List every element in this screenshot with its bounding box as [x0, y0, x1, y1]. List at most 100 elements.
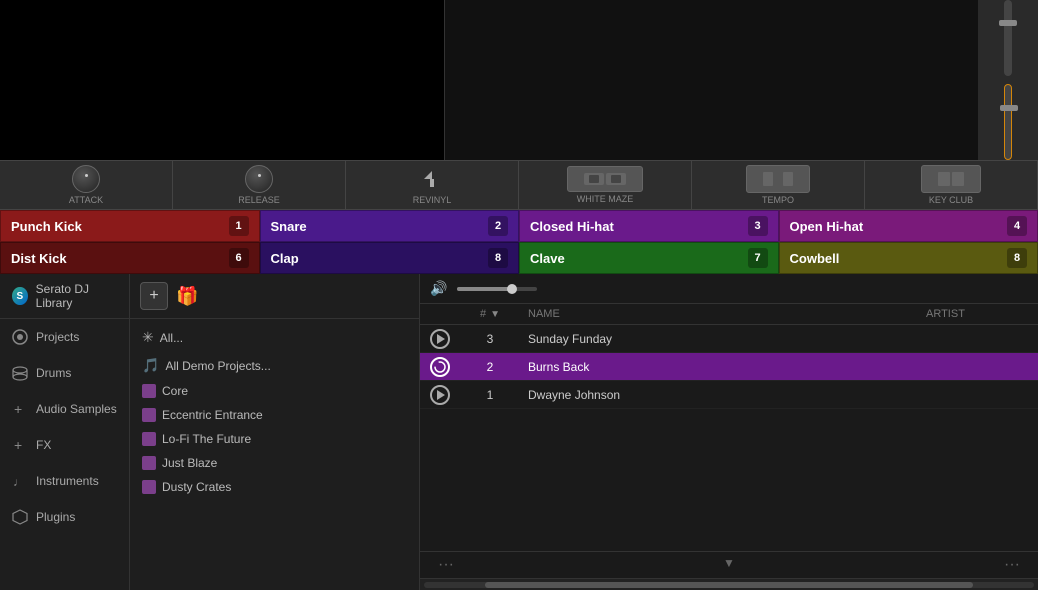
play-circle-3[interactable] — [430, 385, 450, 405]
col-header-artist[interactable]: ARTIST — [918, 308, 1038, 320]
track-row-1[interactable]: 3 Sunday Funday — [420, 325, 1038, 353]
pad-clave[interactable]: Clave 7 — [519, 242, 779, 274]
browser-item-all[interactable]: ✳ All... — [130, 323, 419, 352]
file-browser: + 🎁 ✳ All... 🎵 All Demo Projects... Core… — [130, 274, 420, 590]
scroll-track — [424, 582, 1034, 588]
key-club-btn[interactable] — [921, 165, 981, 193]
scroll-thumb[interactable] — [485, 582, 973, 588]
track-num-2: 2 — [460, 360, 520, 374]
volume-slider-thumb[interactable] — [507, 284, 517, 294]
play-triangle-1 — [437, 334, 445, 344]
dots-right-icon[interactable]: ··· — [996, 556, 1028, 574]
dusty-crates-label: Dusty Crates — [162, 480, 231, 494]
play-triangle-3 — [437, 390, 445, 400]
track-row-2[interactable]: 2 Burns Back — [420, 353, 1038, 381]
dusty-crates-crate-icon — [142, 480, 156, 494]
pad-clap[interactable]: Clap 8 — [260, 242, 520, 274]
eccentric-crate-icon — [142, 408, 156, 422]
control-key-club[interactable]: Key Club — [865, 161, 1038, 209]
track-num-1: 3 — [460, 332, 520, 346]
gift-icon: 🎁 — [176, 286, 198, 307]
control-release[interactable]: Release — [173, 161, 346, 209]
browser-item-lofi[interactable]: Lo-Fi The Future — [130, 427, 419, 451]
chevron-down-icon[interactable]: ▼ — [723, 556, 735, 574]
pad-snare[interactable]: Snare 2 — [260, 210, 520, 242]
dots-left-icon[interactable]: ··· — [430, 556, 462, 574]
browser-item-eccentric[interactable]: Eccentric Entrance — [130, 403, 419, 427]
sidebar-plugins-label: Plugins — [36, 510, 75, 524]
pad-cowbell[interactable]: Cowbell 8 — [779, 242, 1038, 274]
browser-item-just-blaze[interactable]: Just Blaze — [130, 451, 419, 475]
pad-punch-kick[interactable]: Punch Kick 1 — [0, 210, 260, 242]
sidebar-item-projects[interactable]: Projects — [0, 319, 129, 355]
volume-fill — [457, 287, 512, 291]
sort-arrow-icon[interactable]: ▼ — [490, 309, 500, 320]
core-label: Core — [162, 384, 188, 398]
revinyl-icon — [421, 168, 443, 190]
video-right — [445, 0, 978, 160]
fx-icon: + — [12, 437, 28, 453]
sidebar-item-instruments[interactable]: ♩ Instruments — [0, 463, 129, 499]
volume-icon[interactable]: 🔊 — [430, 280, 447, 297]
demo-projects-label: All Demo Projects... — [165, 359, 270, 373]
add-crate-button[interactable]: + — [140, 282, 168, 310]
fader-thumb-right[interactable] — [1000, 105, 1018, 111]
serato-logo-icon: S — [12, 287, 28, 305]
control-white-maze[interactable]: White Maze — [519, 161, 692, 209]
play-circle-2[interactable] — [430, 357, 450, 377]
track-list-spacer — [420, 409, 1038, 551]
sidebar-item-serato[interactable]: S Serato DJ Library — [0, 274, 129, 319]
browser-item-core[interactable]: Core — [130, 379, 419, 403]
pad-label-6: Clap — [271, 251, 299, 266]
white-maze-btn[interactable] — [567, 166, 643, 192]
pad-number-6: 8 — [488, 248, 508, 268]
browser-item-demo-projects[interactable]: 🎵 All Demo Projects... — [130, 352, 419, 379]
pad-closed-hihat[interactable]: Closed Hi-hat 3 — [519, 210, 779, 242]
track-list: 🔊 # ▼ NAME ARTIST 3 Sunday Fund — [420, 274, 1038, 590]
track-play-btn-3[interactable] — [420, 385, 460, 405]
just-blaze-label: Just Blaze — [162, 456, 217, 470]
control-revinyl[interactable]: Revinyl — [346, 161, 519, 209]
file-browser-items: ✳ All... 🎵 All Demo Projects... Core Ecc… — [130, 319, 419, 590]
track-play-btn-1[interactable] — [420, 329, 460, 349]
pad-open-hihat[interactable]: Open Hi-hat 4 — [779, 210, 1038, 242]
track-name-1: Sunday Funday — [520, 332, 918, 346]
sidebar-item-plugins[interactable]: Plugins — [0, 499, 129, 535]
play-circle-1[interactable] — [430, 329, 450, 349]
pad-dist-kick[interactable]: Dist Kick 6 — [0, 242, 260, 274]
horizontal-scrollbar[interactable] — [420, 578, 1038, 590]
pad-number-3: 3 — [748, 216, 768, 236]
col-header-num[interactable]: # ▼ — [460, 308, 520, 320]
pad-label-7: Clave — [530, 251, 565, 266]
attack-knob[interactable] — [72, 165, 100, 193]
sidebar-item-audio-samples[interactable]: + Audio Samples — [0, 391, 129, 427]
release-knob[interactable] — [245, 165, 273, 193]
sidebar-fx-label: FX — [36, 438, 51, 452]
pad-label-2: Snare — [271, 219, 307, 234]
all-asterisk-icon: ✳ — [142, 329, 154, 346]
fader-thumb-left[interactable] — [999, 20, 1017, 26]
svg-text:♩: ♩ — [13, 475, 25, 489]
control-attack[interactable]: Attack — [0, 161, 173, 209]
file-browser-header: + 🎁 — [130, 274, 419, 319]
track-play-btn-2[interactable] — [420, 357, 460, 377]
svg-text:+: + — [14, 437, 22, 453]
volume-slider[interactable] — [457, 287, 537, 291]
sidebar-item-drums[interactable]: Drums — [0, 355, 129, 391]
sidebar-item-fx[interactable]: + FX — [0, 427, 129, 463]
pad-number-2: 2 — [488, 216, 508, 236]
col-header-name[interactable]: NAME — [520, 308, 918, 320]
revinyl-label: Revinyl — [413, 195, 452, 205]
sidebar-serato-label: Serato DJ Library — [36, 282, 117, 310]
control-tempo[interactable]: Tempo — [692, 161, 865, 209]
browser-item-dusty-crates[interactable]: Dusty Crates — [130, 475, 419, 499]
track-name-2: Burns Back — [520, 360, 918, 374]
pads-section: Punch Kick 1 Snare 2 Closed Hi-hat 3 Ope… — [0, 210, 1038, 274]
track-row-3[interactable]: 1 Dwayne Johnson — [420, 381, 1038, 409]
fader-track-left[interactable] — [1004, 0, 1012, 76]
fader-track-right[interactable] — [1004, 84, 1012, 160]
tempo-btn[interactable] — [746, 165, 810, 193]
white-maze-label: White Maze — [577, 194, 634, 204]
audio-samples-icon: + — [12, 401, 28, 417]
plugins-icon — [12, 509, 28, 525]
